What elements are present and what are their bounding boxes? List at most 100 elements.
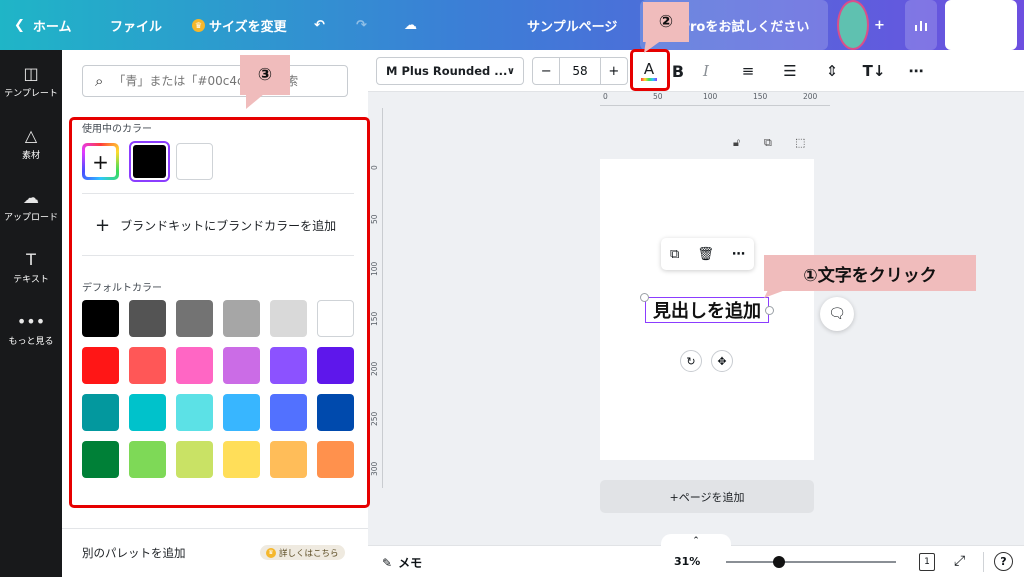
move-icon[interactable]: ✥ xyxy=(711,350,733,372)
resize-label: サイズを変更 xyxy=(209,19,287,35)
page-count-button[interactable]: 1 xyxy=(919,553,935,571)
step3-pointer xyxy=(246,94,264,109)
avatar[interactable] xyxy=(837,0,869,50)
comment-icon[interactable]: 🗨︎ xyxy=(820,297,854,331)
elements-icon: △ xyxy=(24,126,38,145)
ruler-tick: 200 xyxy=(370,361,379,376)
step2-pointer xyxy=(644,40,662,53)
side-rail: ◫ テンプレート △ 素材 ☁ アップロード T テキスト ••• もっと見る xyxy=(0,50,62,577)
notes-button[interactable]: ✎ メモ xyxy=(382,554,422,571)
resize-button[interactable]: ♛ サイズを変更 xyxy=(192,0,287,50)
learn-more-badge[interactable]: ♛ 詳しくはこちら xyxy=(260,545,345,560)
share-button[interactable]: ⇪ 共有 xyxy=(945,0,1017,50)
ruler-tick: 50 xyxy=(653,92,663,101)
ruler-line xyxy=(382,108,383,488)
spacing-icon[interactable]: ⇕ xyxy=(818,57,846,85)
align-center-icon[interactable]: ≡ xyxy=(734,57,762,85)
more-options-icon[interactable]: ⋯ xyxy=(732,247,745,262)
add-page-icon[interactable]: ⬚ xyxy=(795,136,805,149)
rail-label: もっと見る xyxy=(8,337,54,347)
add-collaborator-button[interactable]: + xyxy=(874,0,885,50)
list-icon[interactable]: ☰ xyxy=(776,57,804,85)
ruler-tick: 100 xyxy=(370,261,379,276)
font-family-value: M Plus Rounded ... xyxy=(386,64,508,78)
color-search[interactable]: ⌕ xyxy=(82,65,348,97)
notes-icon: ✎ xyxy=(382,555,393,570)
home-button[interactable]: ❮ ホーム xyxy=(14,0,72,50)
fullscreen-icon[interactable]: ⤢ xyxy=(954,553,965,569)
upload-icon: ☁ xyxy=(23,188,39,207)
zoom-slider-knob[interactable] xyxy=(773,556,785,568)
ruler-tick: 200 xyxy=(803,92,818,101)
decrease-font-size-button[interactable]: − xyxy=(533,58,559,84)
step3-callout: ③ xyxy=(240,55,290,95)
duplicate-page-icon[interactable]: ⧉ xyxy=(764,136,772,150)
crown-icon: ♛ xyxy=(192,18,205,32)
font-size-input[interactable]: 58 xyxy=(559,58,601,84)
search-icon: ⌕ xyxy=(95,72,104,90)
notes-label: メモ xyxy=(398,556,423,570)
heading-text-box[interactable]: 見出しを追加 xyxy=(645,297,769,323)
rotate-icon[interactable]: ↻ xyxy=(680,350,702,372)
zoom-level[interactable]: 31% xyxy=(674,555,700,568)
more-icon: ••• xyxy=(16,312,46,331)
trash-icon[interactable]: 🗑︎ xyxy=(697,247,714,262)
vertical-text-icon[interactable]: T↓ xyxy=(860,57,888,85)
add-page-button[interactable]: +ページを追加 xyxy=(600,480,814,513)
add-palette-label: 別のパレットを追加 xyxy=(82,546,186,560)
resize-handle[interactable] xyxy=(640,293,649,302)
ruler-tick: 300 xyxy=(370,461,379,476)
text-toolbar: M Plus Rounded ... ∨ − 58 + A B I ≡ ☰ ⇕ … xyxy=(368,50,1024,92)
highlight-box-color-panel xyxy=(69,117,370,508)
ruler-tick: 0 xyxy=(603,92,608,101)
ruler-tick: 250 xyxy=(370,411,379,426)
rail-label: アップロード xyxy=(3,213,58,223)
highlight-box-text-color xyxy=(630,49,670,91)
italic-button[interactable]: I xyxy=(692,57,720,85)
undo-icon[interactable]: ↶ xyxy=(314,0,325,50)
duplicate-icon[interactable]: ⧉ xyxy=(670,247,679,262)
chevron-down-icon: ∨ xyxy=(506,65,515,77)
insights-icon[interactable] xyxy=(905,0,937,50)
redo-icon[interactable]: ↷ xyxy=(356,0,367,50)
panel-footer: 別のパレットを追加 ♛ 詳しくはこちら xyxy=(62,528,368,577)
increase-font-size-button[interactable]: + xyxy=(601,58,627,84)
rail-item-uploads[interactable]: ☁ アップロード xyxy=(0,188,62,223)
help-button[interactable]: ? xyxy=(994,552,1013,571)
home-label: ホーム xyxy=(32,19,72,35)
cloud-save-icon[interactable]: ☁ xyxy=(404,0,417,50)
rail-item-more[interactable]: ••• もっと見る xyxy=(0,312,62,347)
zoom-slider[interactable] xyxy=(726,556,896,568)
chevron-up-icon[interactable]: ⌃ xyxy=(661,534,731,548)
step1-label: ①文字をクリック xyxy=(803,265,937,286)
more-options-icon[interactable]: ⋯ xyxy=(902,57,930,85)
divider xyxy=(983,552,984,572)
rail-item-elements[interactable]: △ 素材 xyxy=(0,126,62,161)
step1-pointer xyxy=(764,286,796,298)
design-title[interactable]: サンプルページ xyxy=(527,0,617,50)
rail-item-templates[interactable]: ◫ テンプレート xyxy=(0,64,62,99)
ruler-tick: 150 xyxy=(753,92,768,101)
rail-item-text[interactable]: T テキスト xyxy=(0,250,62,285)
rail-label: 素材 xyxy=(21,151,40,161)
ruler-tick: 50 xyxy=(370,214,379,224)
font-size-stepper: − 58 + xyxy=(532,57,628,85)
crown-icon: ♛ xyxy=(266,547,276,558)
bottom-bar: ⌃ ✎ メモ 31% 1 ⤢ ? xyxy=(368,534,1024,577)
lock-icon[interactable]: 🔓︎ xyxy=(733,136,740,150)
element-context-menu: ⧉ 🗑︎ ⋯ xyxy=(661,238,754,270)
step3-label: ③ xyxy=(257,65,273,85)
resize-handle[interactable] xyxy=(765,306,774,315)
share-icon: ⇪ xyxy=(959,17,971,33)
chevron-left-icon: ❮ xyxy=(14,17,25,33)
step2-label: ② xyxy=(658,12,674,32)
ruler-tick: 100 xyxy=(703,92,718,101)
share-label: 共有 xyxy=(976,19,1003,35)
rail-label: テキスト xyxy=(13,275,49,285)
learn-more-label: 詳しくはこちら xyxy=(279,548,339,559)
ruler-tick: 150 xyxy=(370,311,379,326)
ruler-tick: 0 xyxy=(370,165,379,170)
text-icon: T xyxy=(26,250,36,269)
file-menu-button[interactable]: ファイル xyxy=(110,0,162,50)
font-family-select[interactable]: M Plus Rounded ... ∨ xyxy=(376,57,524,85)
